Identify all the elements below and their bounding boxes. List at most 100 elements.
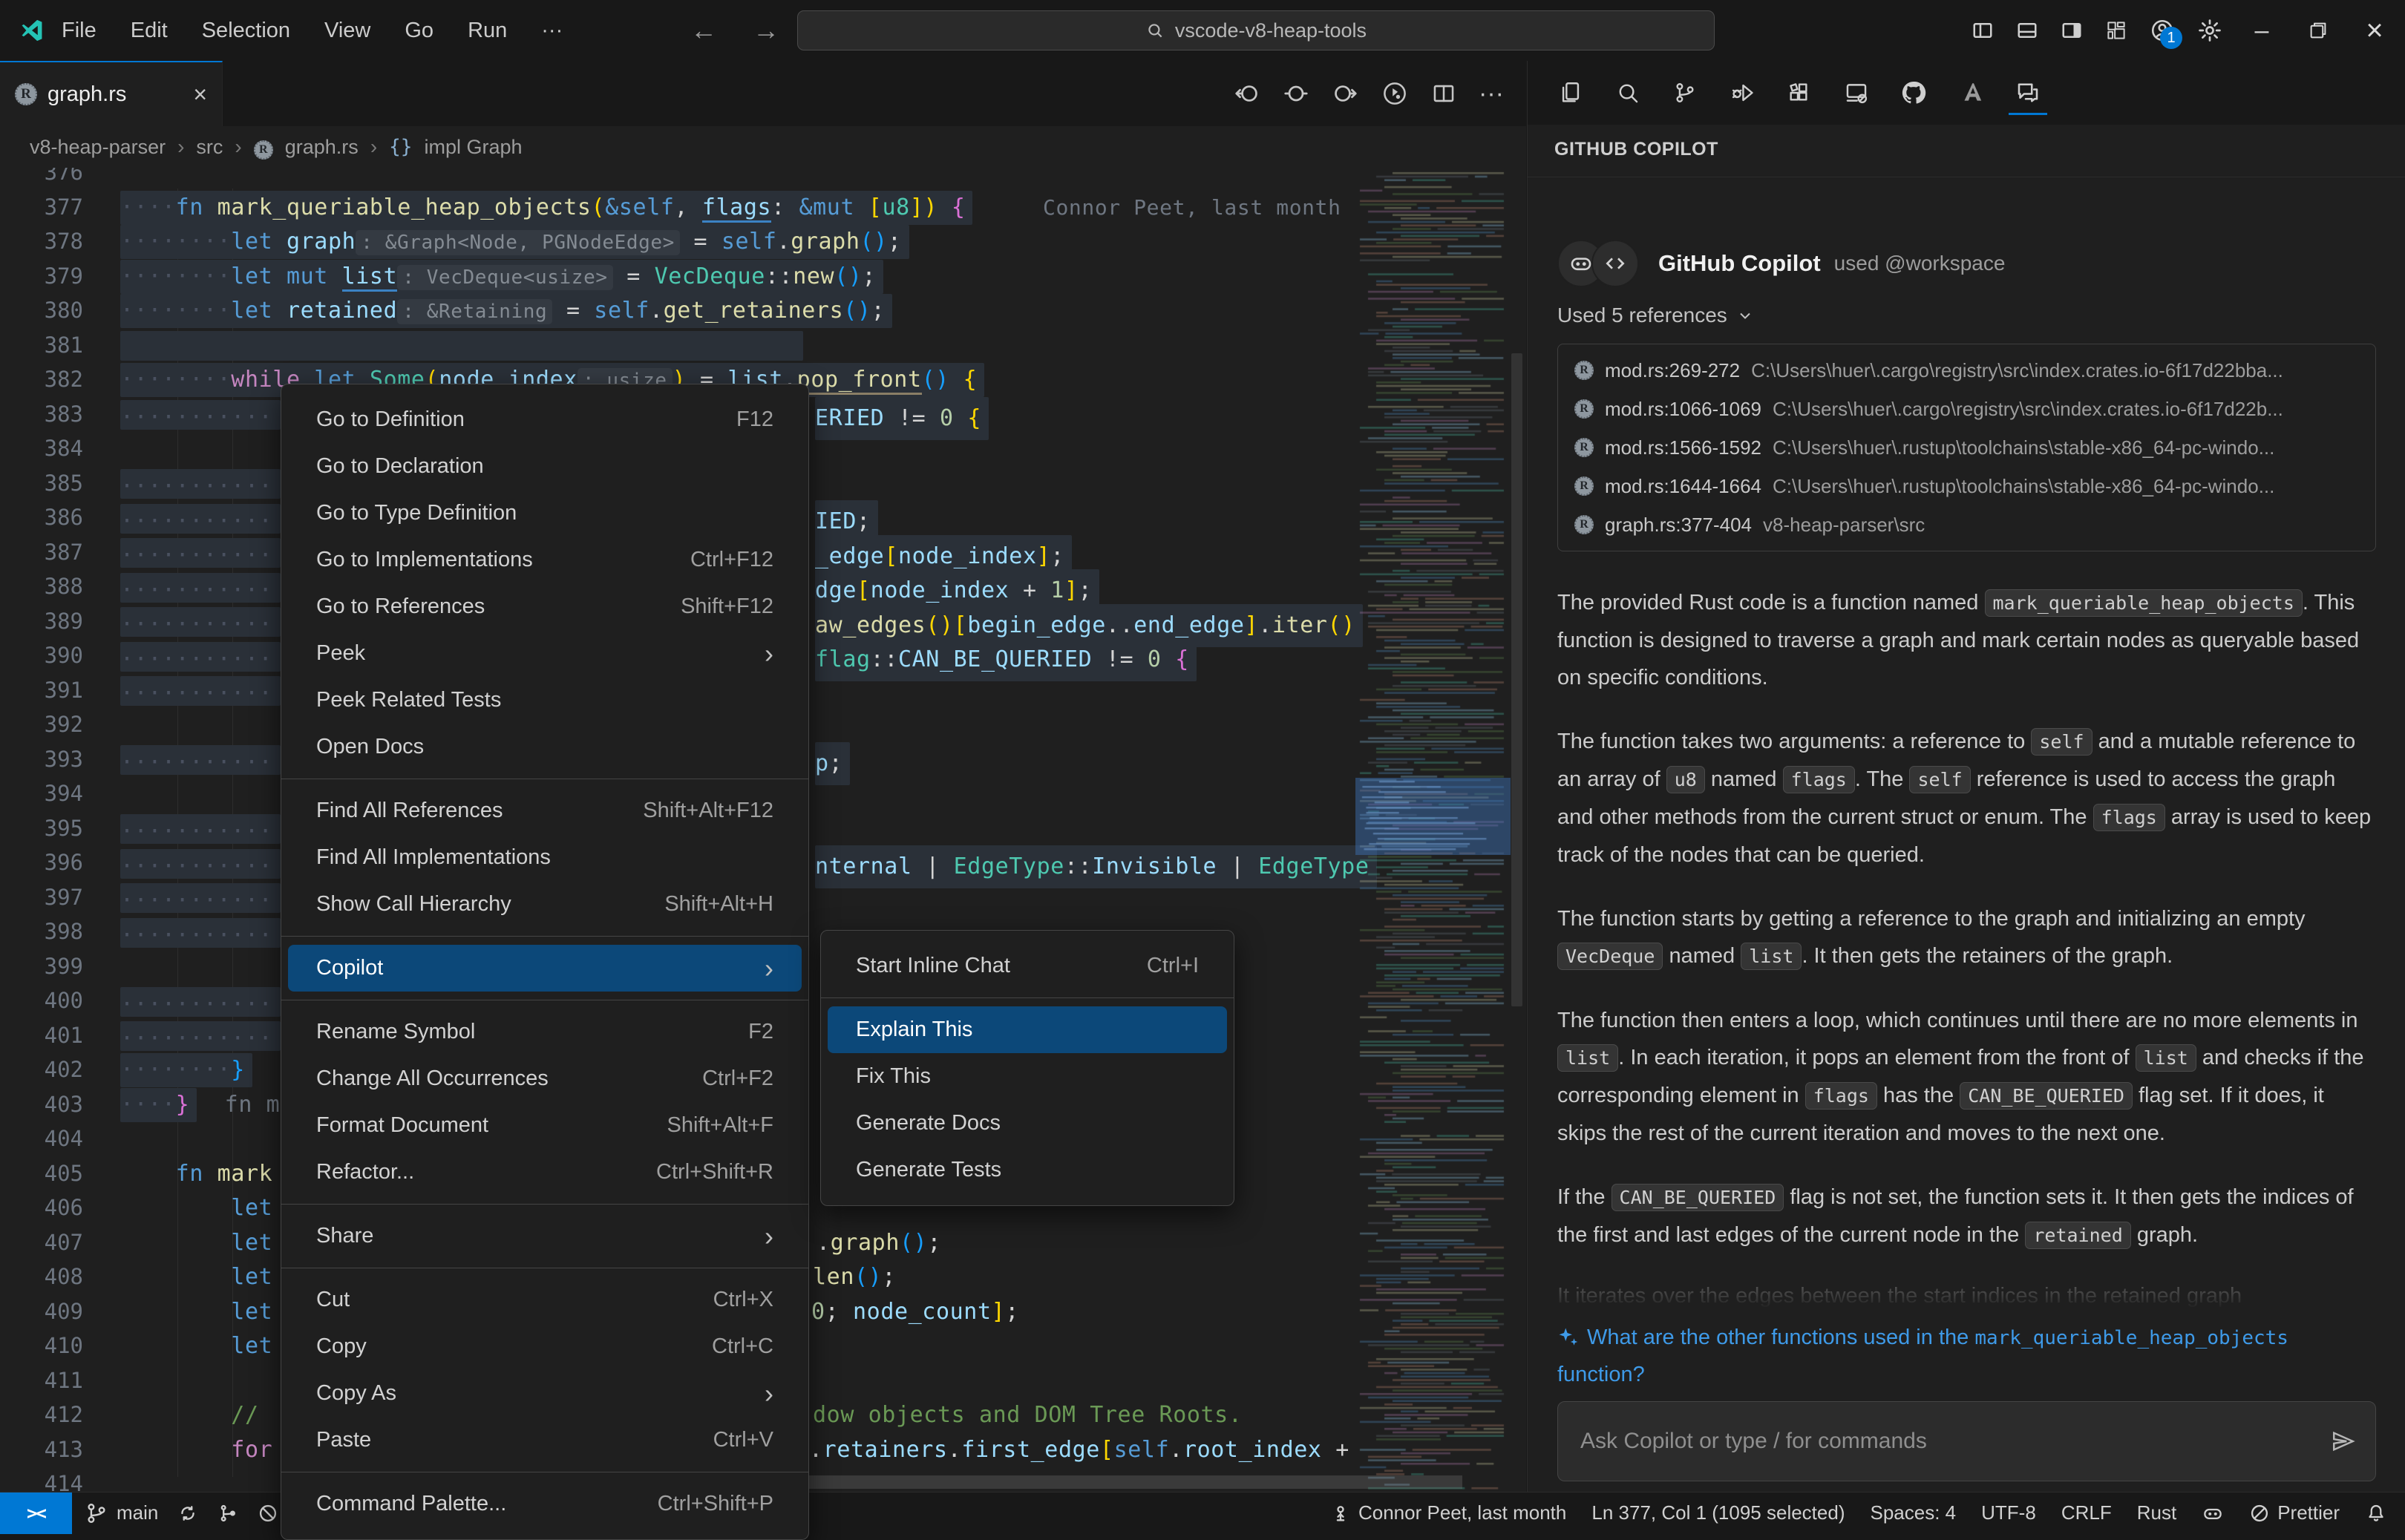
chat-input[interactable]: [1558, 1429, 2331, 1454]
context-menu-item-go-to-implementations[interactable]: Go to ImplementationsCtrl+F12: [288, 537, 802, 583]
code-token: ········: [120, 367, 231, 393]
language-mode-status[interactable]: Rust: [2137, 1501, 2176, 1524]
context-menu-item-go-to-type-definition[interactable]: Go to Type Definition: [288, 490, 802, 537]
minimize-button[interactable]: –: [2245, 0, 2279, 61]
context-menu-item-show-call-hierarchy[interactable]: Show Call HierarchyShift+Alt+H: [288, 881, 802, 928]
vertical-scrollbar[interactable]: [1511, 353, 1522, 1006]
nav-forward-icon[interactable]: [1332, 80, 1358, 107]
breadcrumb-item[interactable]: src: [196, 136, 223, 159]
context-menu-item-copy[interactable]: CopyCtrl+C: [288, 1323, 802, 1370]
context-menu-item-rename-symbol[interactable]: Rename SymbolF2: [288, 1009, 802, 1055]
toggle-panel-icon[interactable]: [2016, 19, 2038, 42]
nav-forward-arrow[interactable]: →: [753, 15, 779, 46]
explorer-icon[interactable]: [1554, 71, 1587, 115]
remote-explorer-icon[interactable]: [1840, 71, 1873, 115]
encoding-status[interactable]: UTF-8: [1981, 1501, 2036, 1524]
code-line[interactable]: 381: [0, 328, 1526, 363]
context-menu-item-change-all-occurrences[interactable]: Change All OccurrencesCtrl+F2: [288, 1055, 802, 1102]
run-debug-icon[interactable]: [1726, 71, 1758, 115]
context-menu-item-paste[interactable]: PasteCtrl+V: [288, 1417, 802, 1464]
source-control-icon[interactable]: [1669, 71, 1701, 115]
context-menu-item-refactor-[interactable]: Refactor...Ctrl+Shift+R: [288, 1149, 802, 1196]
context-menu-item-cut[interactable]: CutCtrl+X: [288, 1277, 802, 1323]
reference-item[interactable]: Rmod.rs:269-272C:\Users\huer\.cargo\regi…: [1558, 351, 2375, 390]
submenu-item-explain-this[interactable]: Explain This: [828, 1006, 1227, 1053]
code-line[interactable]: 379········let mut list: VecDeque<usize>…: [0, 259, 1526, 294]
code-line[interactable]: 378········let graph: &Graph<Node, PGNod…: [0, 224, 1526, 259]
menubar-item-run[interactable]: Run: [451, 9, 524, 52]
code-token: CAN_BE_QUERIED: [898, 646, 1106, 672]
line-number: 394: [0, 776, 83, 811]
search-icon[interactable]: [1611, 71, 1644, 115]
cursor-position-status[interactable]: Ln 377, Col 1 (1095 selected): [1591, 1501, 1845, 1524]
context-menu-item-peek[interactable]: Peek›: [288, 630, 802, 677]
context-menu-item-copilot[interactable]: Copilot›: [288, 945, 802, 992]
submenu-item-generate-tests[interactable]: Generate Tests: [828, 1147, 1227, 1193]
eol-status[interactable]: CRLF: [2061, 1501, 2112, 1524]
submenu-item-fix-this[interactable]: Fix This: [828, 1053, 1227, 1100]
source-control-graph-status[interactable]: [217, 1503, 238, 1524]
nav-back-icon[interactable]: [1234, 80, 1260, 107]
menubar-item-edit[interactable]: Edit: [114, 9, 185, 52]
context-menu-item-share[interactable]: Share›: [288, 1213, 802, 1259]
code-line[interactable]: 377····fn mark_queriable_heap_objects(&s…: [0, 190, 1526, 225]
context-menu-item-go-to-definition[interactable]: Go to DefinitionF12: [288, 396, 802, 443]
context-menu-item-command-palette-[interactable]: Command Palette...Ctrl+Shift+P: [288, 1481, 802, 1527]
toggle-primary-sidebar-icon[interactable]: [1972, 19, 1994, 42]
reference-item[interactable]: Rmod.rs:1566-1592C:\Users\huer\.rustup\t…: [1558, 428, 2375, 467]
toggle-secondary-sidebar-icon[interactable]: [2061, 19, 2083, 42]
menubar-item-go[interactable]: Go: [387, 9, 451, 52]
menubar-item-view[interactable]: View: [307, 9, 387, 52]
context-menu-item-peek-related-tests[interactable]: Peek Related Tests: [288, 677, 802, 724]
customize-layout-icon[interactable]: [2105, 19, 2127, 42]
notifications-bell[interactable]: [2365, 1502, 2387, 1524]
breadcrumb-item[interactable]: impl Graph: [424, 136, 522, 159]
extensions-icon[interactable]: [1783, 71, 1816, 115]
context-menu-item-find-all-implementations[interactable]: Find All Implementations: [288, 834, 802, 881]
more-actions-icon[interactable]: ···: [1479, 79, 1504, 108]
account-icon[interactable]: 1: [2150, 18, 2175, 43]
tab-graph-rs[interactable]: R graph.rs ×: [0, 61, 223, 126]
context-menu-item-find-all-references[interactable]: Find All ReferencesShift+Alt+F12: [288, 787, 802, 834]
indentation-status[interactable]: Spaces: 4: [1871, 1501, 1957, 1524]
tab-close-icon[interactable]: ×: [193, 81, 207, 108]
menubar-more-icon[interactable]: ···: [524, 9, 580, 52]
breadcrumb-item[interactable]: v8-heap-parser: [30, 136, 166, 159]
submenu-item-generate-docs[interactable]: Generate Docs: [828, 1100, 1227, 1147]
nav-location-icon[interactable]: [1283, 80, 1309, 107]
submenu-item-start-inline-chat[interactable]: Start Inline ChatCtrl+I: [828, 943, 1227, 989]
remote-indicator[interactable]: ><: [0, 1493, 72, 1534]
close-button[interactable]: ×: [2357, 0, 2392, 61]
settings-gear-icon[interactable]: [2197, 18, 2222, 43]
github-icon[interactable]: [1897, 71, 1930, 115]
code-line[interactable]: 376: [0, 168, 1526, 190]
context-menu-item-open-docs[interactable]: Open Docs: [288, 724, 802, 770]
run-or-debug-icon[interactable]: [1381, 79, 1409, 108]
command-center-search[interactable]: vscode-v8-heap-tools: [797, 10, 1715, 50]
copilot-chat-icon[interactable]: [2012, 71, 2044, 115]
send-icon[interactable]: [2331, 1429, 2356, 1454]
breadcrumb-item[interactable]: graph.rs: [285, 136, 359, 159]
nav-back-arrow[interactable]: ←: [690, 15, 717, 46]
copilot-status[interactable]: [2202, 1502, 2224, 1524]
menubar-item-selection[interactable]: Selection: [185, 9, 307, 52]
restore-button[interactable]: [2301, 0, 2335, 61]
context-menu-item-format-document[interactable]: Format DocumentShift+Alt+F: [288, 1102, 802, 1149]
problems-status[interactable]: [258, 1503, 278, 1524]
reference-item[interactable]: Rgraph.rs:377-404v8-heap-parser\src: [1558, 505, 2375, 544]
split-editor-icon[interactable]: [1431, 81, 1456, 106]
context-menu-item-go-to-references[interactable]: Go to ReferencesShift+F12: [288, 583, 802, 630]
used-references-toggle[interactable]: Used 5 references: [1557, 301, 2376, 330]
code-line[interactable]: 380········let retained: &Retaining = se…: [0, 293, 1526, 328]
followup-suggestion[interactable]: What are the other functions used in the…: [1557, 1320, 2376, 1393]
reference-item[interactable]: Rmod.rs:1644-1664C:\Users\huer\.rustup\t…: [1558, 467, 2375, 505]
menubar-item-file[interactable]: File: [45, 9, 114, 52]
context-menu-item-go-to-declaration[interactable]: Go to Declaration: [288, 443, 802, 490]
git-branch-status[interactable]: main: [84, 1501, 158, 1526]
blame-status[interactable]: Connor Peet, last month: [1330, 1501, 1566, 1524]
prettier-status[interactable]: Prettier: [2249, 1501, 2340, 1524]
sync-status[interactable]: [177, 1503, 198, 1524]
azure-icon[interactable]: [1954, 71, 1987, 115]
reference-item[interactable]: Rmod.rs:1066-1069C:\Users\huer\.cargo\re…: [1558, 390, 2375, 428]
context-menu-item-copy-as[interactable]: Copy As›: [288, 1370, 802, 1417]
